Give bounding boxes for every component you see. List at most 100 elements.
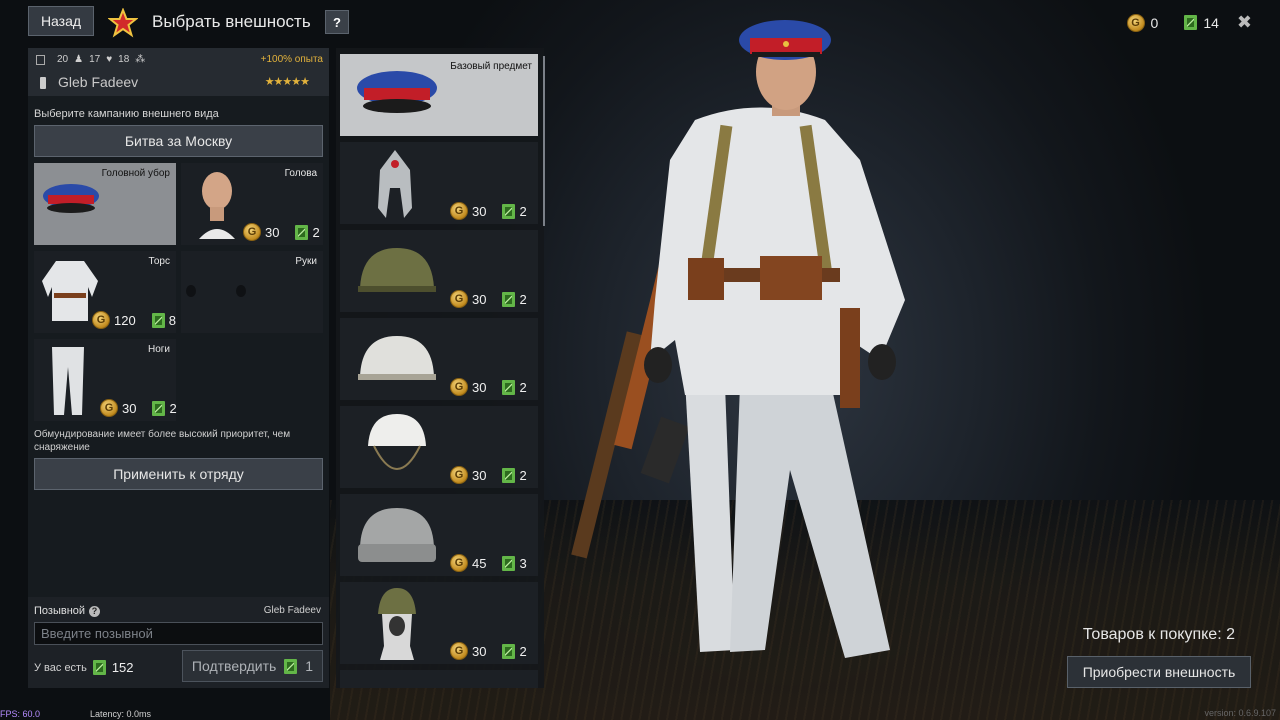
ammo-icon: ⁂: [135, 54, 146, 65]
list-item[interactable]: G 45 3: [340, 494, 538, 576]
buy-appearance-button[interactable]: Приобрести внешность: [1067, 656, 1251, 688]
rank-stars: ★★★★★: [264, 76, 310, 88]
slot-label: Ноги: [147, 344, 170, 355]
confirm-label: Подтвердить: [191, 658, 277, 674]
head-icon: [199, 172, 235, 239]
ticket-price: 3: [519, 555, 527, 571]
back-button[interactable]: Назад: [28, 6, 94, 36]
ticket-price: 2: [519, 643, 527, 659]
knit-cap-icon: [358, 508, 436, 562]
slot-label: Торс: [148, 256, 170, 267]
cart-count: Товаров к покупке: 2: [1082, 626, 1235, 643]
price-tag: G 30 2: [450, 466, 527, 484]
gold-coin-icon: G: [1126, 13, 1145, 32]
ticket-price: 2: [519, 467, 527, 483]
list-scrollbar[interactable]: [543, 56, 545, 226]
currency-bar: G 0 14 ✖: [1126, 12, 1252, 33]
ticket-balance: 14: [1203, 14, 1219, 31]
trousers-icon: [52, 347, 84, 415]
appearance-panel: 20 ♟ 17 ♥ 18 ⁂ +100% опыта Gleb Fadeev ★★★★…: [28, 48, 329, 688]
gold-coin-icon: G: [450, 554, 468, 572]
gold-coin-icon: G: [450, 466, 468, 484]
price-tag: G 30 2: [243, 223, 320, 241]
ticket-icon: [284, 658, 298, 674]
price-tag: G 30 2: [450, 378, 527, 396]
ticket-price: 2: [519, 203, 527, 219]
callsign-section: Позывной ? Gleb Fadeev У вас есть 152 По…: [28, 597, 329, 688]
price-tag: G 30 2: [450, 202, 527, 220]
gold-coin-icon: G: [92, 311, 110, 329]
item-label: Базовый предмет: [450, 61, 532, 72]
apply-to-squad-button[interactable]: Применить к отряду: [34, 458, 323, 490]
gold-price: 30: [472, 379, 487, 395]
headwear-list[interactable]: Базовый предмет G 30 2 G 30 2 G 30 2 G 3…: [336, 48, 544, 688]
list-item-base[interactable]: Базовый предмет: [340, 54, 538, 136]
player-name: Gleb Fadeev: [58, 74, 139, 90]
budenovka-icon: [378, 150, 412, 218]
campaign-label: Выберите кампанию внешнего вида: [34, 108, 219, 120]
list-item[interactable]: G 30 2: [340, 582, 538, 664]
ticket-price: 2: [169, 400, 177, 416]
heart-icon: ♥: [106, 54, 113, 65]
soldier-preview[interactable]: [560, 0, 980, 700]
callsign-label-text: Позывной: [34, 605, 86, 617]
list-item[interactable]: [340, 670, 538, 688]
gold-price: 45: [472, 555, 487, 571]
slot-headwear[interactable]: Головной убор: [34, 163, 176, 245]
version-label: version: 0.6.9.107: [1204, 708, 1276, 718]
gold-price: 30: [472, 291, 487, 307]
list-item[interactable]: G 30 2: [340, 142, 538, 224]
ticket-icon: [502, 467, 516, 483]
rank-icon: [40, 77, 46, 89]
ticket-icon: [502, 203, 516, 219]
slot-label: Руки: [295, 256, 317, 267]
callsign-input[interactable]: [34, 622, 323, 645]
player-stats: 20 ♟ 17 ♥ 18 ⁂: [36, 54, 145, 65]
xp-bonus: +100% опыта: [260, 54, 323, 65]
helmet-strap-icon: [368, 414, 426, 470]
ticket-icon: [502, 379, 516, 395]
ticket-icon: [502, 555, 516, 571]
gold-coin-icon: G: [450, 290, 468, 308]
help-icon[interactable]: ?: [89, 605, 101, 617]
priority-note: Обмундирование имеет более высокий приор…: [34, 429, 291, 453]
gold-coin-icon: G: [100, 399, 118, 417]
list-item[interactable]: G 30 2: [340, 230, 538, 312]
ticket-price: 2: [312, 224, 320, 240]
gold-price: 30: [122, 400, 137, 416]
gold-coin-icon: G: [450, 378, 468, 396]
gold-coin-icon: G: [450, 202, 468, 220]
slot-hands[interactable]: Руки: [181, 251, 323, 333]
help-button[interactable]: ?: [325, 10, 349, 34]
slot-legs[interactable]: Ноги G 30 2: [34, 339, 177, 421]
confirm-callsign-button[interactable]: Подтвердить 1: [182, 650, 323, 682]
ticket-balance-row: У вас есть 152: [34, 660, 134, 675]
list-item[interactable]: G 30 2: [340, 318, 538, 400]
latency-counter: Latency: 0.0ms: [90, 709, 152, 719]
ticket-price: 2: [519, 379, 527, 395]
campaign-select[interactable]: Битва за Москву: [34, 125, 323, 157]
gold-price: 30: [472, 643, 487, 659]
helmet-green-icon: [358, 248, 436, 292]
cap-icon: [357, 71, 437, 113]
list-item[interactable]: G 30 2: [340, 406, 538, 488]
slot-torso[interactable]: Торс G 120 8: [34, 251, 176, 333]
ticket-icon: [92, 660, 106, 675]
ticket-icon: [1184, 15, 1198, 30]
have-tickets: 152: [111, 660, 134, 675]
close-icon[interactable]: ✖: [1237, 12, 1252, 33]
ticket-price: 8: [168, 312, 176, 328]
slot-label: Головной убор: [101, 168, 170, 179]
gold-price: 30: [472, 203, 487, 219]
slot-head[interactable]: Голова G 30 2: [181, 163, 323, 245]
gloves-icon: [186, 285, 246, 297]
stat-ammo: 18: [118, 54, 130, 65]
ticket-icon: [295, 224, 309, 240]
gold-coin-icon: G: [243, 223, 261, 241]
ticket-price: 2: [519, 291, 527, 307]
page-title: Выбрать внешность: [152, 12, 311, 31]
stat-kills: 20: [57, 54, 69, 65]
helmet-balaclava-icon: [378, 588, 416, 660]
gold-price: 120: [114, 312, 136, 328]
ticket-icon: [502, 291, 516, 307]
